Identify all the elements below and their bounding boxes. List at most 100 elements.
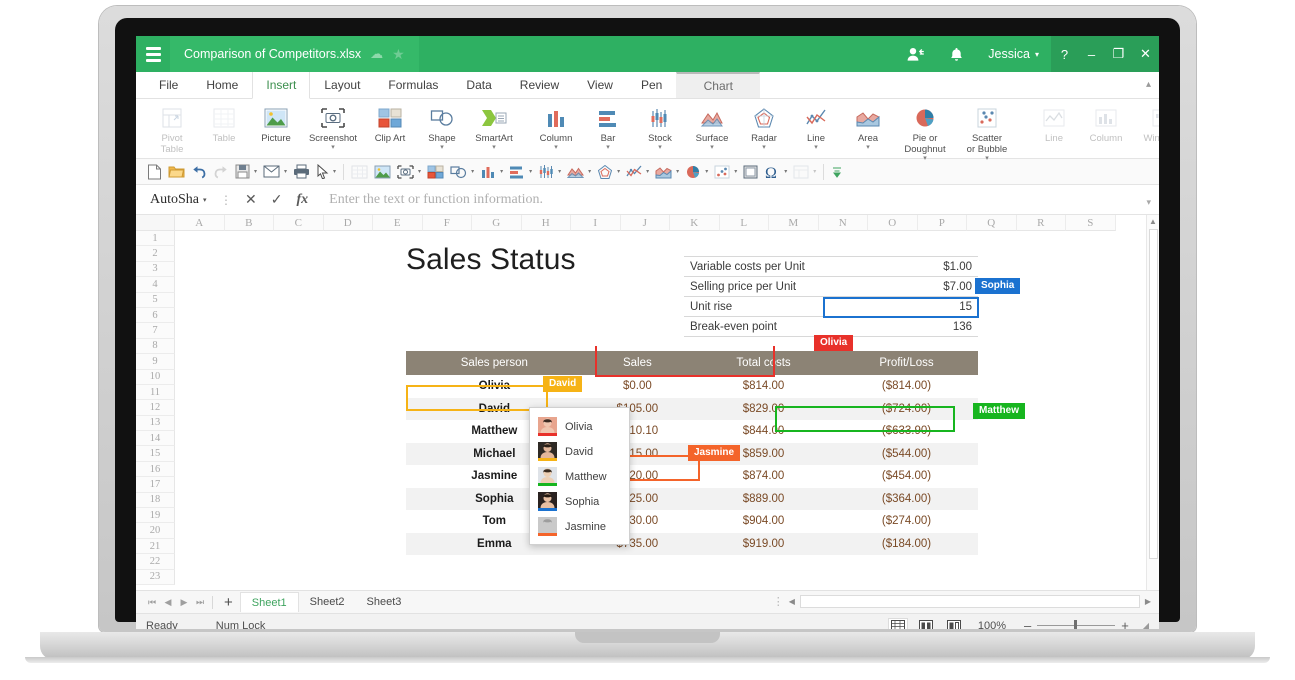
qat-open-folder-icon[interactable] — [165, 161, 188, 183]
chevron-down-icon[interactable]: ▾ — [554, 144, 558, 152]
table-row[interactable]: Jasmine $420.00 $874.00 ($454.00) — [406, 465, 978, 488]
horizontal-scrollbar[interactable]: ⋮ ◀ ▶ — [773, 595, 1151, 608]
collaborator-item-jasmine[interactable]: Jasmine — [530, 514, 629, 539]
row-header-14[interactable]: 14 — [136, 431, 175, 447]
row-header-23[interactable]: 23 — [136, 569, 175, 585]
table-row[interactable]: Unit rise 15 — [684, 296, 978, 317]
qat-bubble-chart-icon[interactable] — [711, 161, 733, 183]
row-header-19[interactable]: 19 — [136, 508, 175, 524]
formula-cancel-icon[interactable]: ✕ — [238, 191, 264, 208]
tab-view[interactable]: View — [573, 72, 627, 98]
prev-sheet-button[interactable]: ◀ — [160, 597, 176, 608]
row-header-9[interactable]: 9 — [136, 354, 175, 370]
chevron-down-icon[interactable]: ▾ — [645, 168, 652, 175]
ribbon-radar-chart-button[interactable]: Radar ▾ — [738, 102, 790, 152]
qat-shape-icon[interactable] — [447, 161, 470, 183]
scroll-right-arrow-icon[interactable]: ▶ — [1145, 597, 1151, 606]
table-row[interactable]: Olivia $0.00 $814.00 ($814.00) — [406, 375, 978, 398]
qat-pivot-table-icon[interactable] — [790, 161, 812, 183]
qat-clipart-icon[interactable] — [424, 161, 447, 183]
row-header-12[interactable]: 12 — [136, 400, 175, 416]
ribbon-sparkline-winloss-button[interactable]: Win/Loss — [1132, 102, 1159, 144]
row-header-8[interactable]: 8 — [136, 338, 175, 355]
close-button[interactable]: ✕ — [1132, 36, 1159, 72]
tab-review[interactable]: Review — [506, 72, 573, 98]
chevron-down-icon[interactable]: ▾ — [528, 168, 535, 175]
column-header-total-costs[interactable]: Total costs — [692, 351, 836, 375]
qat-select-cursor-icon[interactable] — [313, 161, 332, 183]
tab-pen[interactable]: Pen — [627, 72, 676, 98]
qat-print-icon[interactable] — [290, 161, 313, 183]
add-sheet-button[interactable]: + — [217, 595, 240, 610]
ribbon-stock-chart-button[interactable]: Stock ▾ — [634, 102, 686, 152]
vertical-scrollbar[interactable]: ▲ — [1146, 215, 1159, 590]
row-header-15[interactable]: 15 — [136, 446, 175, 462]
cell-grid[interactable]: ABCDEFGHIJKLMNOPQRS Sales Status Variabl… — [175, 215, 1159, 590]
qat-email-icon[interactable] — [260, 161, 283, 183]
collaborator-item-david[interactable]: David — [530, 439, 629, 464]
expand-formula-bar-icon[interactable]: ▾ — [1146, 197, 1151, 208]
zoom-out-button[interactable]: – — [1018, 618, 1037, 629]
favorite-star-icon[interactable]: ★ — [392, 46, 405, 63]
tab-home[interactable]: Home — [192, 72, 252, 98]
chevron-down-icon[interactable]: ▾ — [606, 144, 610, 152]
scroll-left-arrow-icon[interactable]: ◀ — [789, 597, 795, 606]
chevron-down-icon[interactable]: ▾ — [704, 168, 711, 175]
sheet-tab-sheet3[interactable]: Sheet3 — [356, 593, 413, 611]
qat-stock-chart-icon[interactable] — [535, 161, 557, 183]
chevron-down-icon[interactable]: ▾ — [733, 168, 740, 175]
window-resize-grip-icon[interactable]: ◢ — [1135, 621, 1149, 629]
chevron-down-icon[interactable]: ▾ — [417, 168, 424, 175]
name-box[interactable]: AutoSha ▾ — [136, 192, 214, 208]
select-all-corner[interactable] — [136, 215, 175, 231]
qat-new-file-icon[interactable] — [144, 161, 165, 183]
ribbon-screenshot-button[interactable]: Screenshot ▾ — [302, 102, 364, 152]
help-button[interactable]: ? — [1051, 36, 1078, 72]
qat-undo-icon[interactable] — [188, 161, 210, 183]
qat-surface-chart-icon[interactable] — [564, 161, 587, 183]
sheet-tab-sheet2[interactable]: Sheet2 — [299, 593, 356, 611]
ribbon-sparkline-line-button[interactable]: Line — [1028, 102, 1080, 144]
column-header-sales[interactable]: Sales — [582, 351, 693, 375]
qat-line-chart-icon[interactable] — [623, 161, 645, 183]
document-tab[interactable]: Comparison of Competitors.xlsx ☁ ★ — [170, 36, 419, 72]
collapse-ribbon-icon[interactable]: ▴ — [1146, 79, 1151, 90]
chevron-down-icon[interactable]: ▾ — [814, 144, 818, 152]
table-row[interactable]: Emma $735.00 $919.00 ($184.00) — [406, 532, 978, 555]
normal-view-icon[interactable] — [887, 617, 908, 629]
collaborator-item-sophia[interactable]: Sophia — [530, 489, 629, 514]
zoom-slider[interactable] — [1037, 620, 1116, 629]
qat-more-options-icon[interactable] — [828, 161, 846, 183]
qat-radar-chart-icon[interactable] — [594, 161, 616, 183]
ribbon-shape-button[interactable]: Shape ▾ — [416, 102, 468, 152]
table-row[interactable]: Variable costs per Unit $1.00 — [684, 256, 978, 277]
column-header-sales-person[interactable]: Sales person — [406, 351, 583, 375]
chevron-down-icon[interactable]: ▾ — [557, 168, 564, 175]
vertical-scroll-thumb[interactable] — [1149, 229, 1158, 559]
row-header-5[interactable]: 5 — [136, 292, 175, 308]
ribbon-picture-button[interactable]: Picture — [250, 102, 302, 144]
chevron-down-icon[interactable]: ▾ — [985, 155, 989, 163]
formula-input[interactable]: Enter the text or function information. — [315, 192, 1159, 208]
ribbon-column-chart-button[interactable]: Column ▾ — [530, 102, 582, 152]
ribbon-area-chart-button[interactable]: Area ▾ — [842, 102, 894, 152]
chevron-down-icon[interactable]: ▾ — [762, 144, 766, 152]
page-layout-icon[interactable] — [916, 618, 936, 629]
chevron-down-icon[interactable]: ▾ — [783, 168, 790, 175]
tab-data[interactable]: Data — [452, 72, 505, 98]
ribbon-line-chart-button[interactable]: Line ▾ — [790, 102, 842, 152]
chevron-down-icon[interactable]: ▾ — [587, 168, 594, 175]
row-header-13[interactable]: 13 — [136, 415, 175, 432]
ribbon-table-button[interactable]: Table — [198, 102, 250, 144]
insert-function-icon[interactable]: fx — [289, 192, 315, 208]
ribbon-pie-chart-button[interactable]: Pie or Doughnut ▾ — [894, 102, 956, 163]
chevron-down-icon[interactable]: ▾ — [470, 168, 477, 175]
ribbon-bar-chart-button[interactable]: Bar ▾ — [582, 102, 634, 152]
scroll-up-arrow-icon[interactable]: ▲ — [1147, 215, 1159, 228]
table-row[interactable]: Break-even point 136 — [684, 316, 978, 337]
page-break-icon[interactable] — [944, 618, 964, 629]
row-header-4[interactable]: 4 — [136, 277, 175, 293]
share-person-icon[interactable] — [894, 36, 937, 72]
zoom-slider-thumb[interactable] — [1074, 620, 1078, 629]
tab-chart-contextual[interactable]: Chart — [676, 72, 761, 98]
